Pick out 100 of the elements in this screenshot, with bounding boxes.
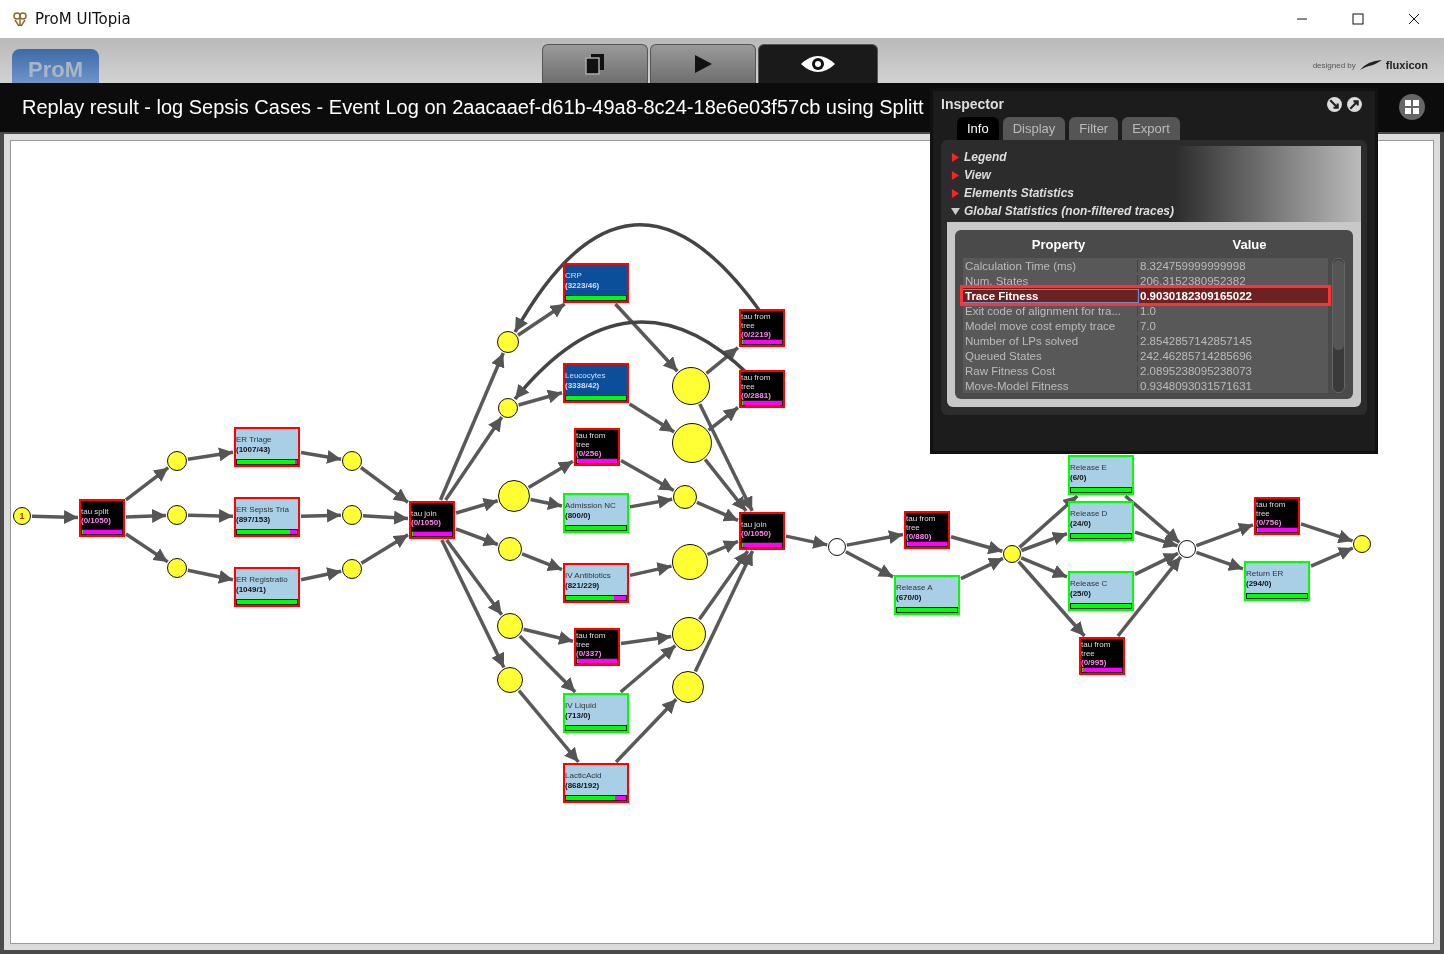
transition-label: CRP <box>565 270 583 281</box>
transition-node[interactable]: Release A (670/0) <box>894 575 960 615</box>
transition-node[interactable]: tau from tree (0/2219) <box>739 309 785 347</box>
transition-count: (3338/42) <box>565 380 601 391</box>
transition-label: tau split <box>81 506 109 516</box>
section-header[interactable]: Global Statistics (non-filtered traces) <box>964 204 1175 218</box>
grid-icon[interactable] <box>1398 93 1426 121</box>
view-title: Replay result - log Sepsis Cases - Event Log on 2aacaaef-d61b-49a8-8c24-18e6e03f57cb using Splitt <box>22 96 924 119</box>
detach-icon[interactable] <box>1346 95 1363 113</box>
place-circle[interactable] <box>672 367 710 405</box>
transition-node[interactable]: tau join (0/1050) <box>739 512 785 550</box>
transition-node[interactable]: LacticAcid (868/192) <box>563 763 629 803</box>
place-circle[interactable] <box>1353 535 1371 553</box>
transition-node[interactable]: tau from tree (0/2881) <box>739 370 785 408</box>
transition-label: ER Triage <box>236 434 273 445</box>
transition-node[interactable]: tau from tree (0/995) <box>1079 637 1125 675</box>
place-circle[interactable] <box>342 505 362 525</box>
view-tab[interactable] <box>542 44 648 83</box>
transition-count: (0/2881) <box>741 391 772 400</box>
transition-count: (868/192) <box>565 780 601 791</box>
section-header[interactable]: View <box>964 168 991 182</box>
close-icon[interactable] <box>1408 13 1420 25</box>
transition-node[interactable]: IV Antibiotics (821/229) <box>563 563 629 603</box>
transition-label: tau from tree <box>576 431 607 449</box>
transition-node[interactable]: tau join (0/1050) <box>409 501 455 539</box>
property-cell: Move-Model Fitness <box>963 379 1138 392</box>
scrollbar[interactable] <box>1332 258 1345 393</box>
transition-label: Release D <box>1070 508 1109 519</box>
place-circle[interactable] <box>497 667 523 693</box>
arc-arrow <box>785 534 828 549</box>
place-circle[interactable] <box>342 451 362 471</box>
transition-label: tau from tree <box>1081 640 1112 658</box>
transition-label: Release A <box>896 582 934 593</box>
transition-label: tau from tree <box>741 312 772 330</box>
section-header[interactable]: Legend <box>964 150 1007 164</box>
maximize-icon[interactable] <box>1352 13 1364 25</box>
transition-node[interactable]: tau from tree (0/756) <box>1254 497 1300 535</box>
place-circle[interactable] <box>167 505 187 525</box>
place-circle[interactable] <box>497 331 519 353</box>
arc-arrow <box>124 466 170 502</box>
place-circle[interactable] <box>1003 545 1021 563</box>
detach-icon[interactable] <box>1326 95 1343 113</box>
transition-count: (0/256) <box>576 449 603 458</box>
transition-node[interactable]: tau split (0/1050) <box>79 499 125 537</box>
transition-label: tau join <box>741 519 767 529</box>
expand-triangle-icon[interactable] <box>951 188 960 198</box>
inspector-tab[interactable]: Info <box>957 117 999 140</box>
place-circle[interactable] <box>672 423 712 463</box>
transition-node[interactable]: Release C (25/0) <box>1068 571 1134 611</box>
inspector-tab[interactable]: Display <box>1002 117 1066 140</box>
transition-node[interactable]: tau from tree (0/880) <box>904 511 950 549</box>
collapse-triangle-icon[interactable] <box>951 206 960 216</box>
transition-node[interactable]: ER Sepsis Tria (897/153) <box>234 497 300 537</box>
transition-node[interactable]: Admission NC (800/0) <box>563 493 629 533</box>
arc-arrow <box>846 530 904 547</box>
transition-node[interactable]: tau from tree (0/337) <box>574 628 620 666</box>
transition-count: (0/1050) <box>81 515 112 525</box>
transition-count: (0/880) <box>906 532 933 541</box>
place-circle[interactable] <box>498 398 518 418</box>
transition-count: (0/1050) <box>741 528 772 538</box>
place-circle[interactable] <box>672 544 708 580</box>
inspector-tab[interactable]: Filter <box>1069 117 1119 140</box>
place-circle[interactable] <box>673 485 697 509</box>
place-circle[interactable] <box>672 617 706 651</box>
property-cell: Model move cost empty trace <box>963 319 1138 332</box>
place-circle[interactable] <box>497 613 523 639</box>
transition-node[interactable]: Release E (6/0) <box>1068 455 1134 495</box>
transition-node[interactable]: Return ER (294/0) <box>1244 561 1310 601</box>
transition-node[interactable]: ER Registratio (1049/1) <box>234 567 300 607</box>
transition-label: tau from tree <box>741 373 772 391</box>
transition-count: (0/1050) <box>411 517 442 527</box>
place-circle[interactable] <box>828 538 846 556</box>
place-circle[interactable] <box>498 480 530 512</box>
place-circle[interactable] <box>498 537 522 561</box>
transition-label: ER Registratio <box>236 574 289 585</box>
initial-place[interactable]: 1 <box>13 507 31 525</box>
arc-arrow <box>1195 550 1244 571</box>
highlighted-row[interactable]: Trace Fitness 0.9030182309165022 <box>963 288 1328 303</box>
arc-arrow <box>629 562 672 578</box>
transition-node[interactable]: ER Triage (1007/43) <box>234 427 300 467</box>
expand-triangle-icon[interactable] <box>951 170 960 180</box>
transition-node[interactable]: Leucocytes (3338/42) <box>563 363 629 403</box>
transition-node[interactable]: Release D (24/0) <box>1068 501 1134 541</box>
place-circle[interactable] <box>167 558 187 578</box>
section-header[interactable]: Elements Statistics <box>964 186 1075 200</box>
transition-count: (1049/1) <box>236 584 267 595</box>
arc-arrow <box>844 550 894 579</box>
view-tab[interactable] <box>650 44 756 83</box>
inspector-tab[interactable]: Export <box>1122 117 1180 140</box>
expand-triangle-icon[interactable] <box>951 152 960 162</box>
view-tab[interactable] <box>758 44 878 83</box>
place-circle[interactable] <box>342 559 362 579</box>
place-circle[interactable] <box>1178 540 1196 558</box>
transition-node[interactable]: IV Liquid (713/0) <box>563 693 629 733</box>
arc-arrow <box>614 698 678 764</box>
arc-arrow <box>521 552 563 572</box>
transition-node[interactable]: CRP (3223/46) <box>563 263 629 303</box>
place-circle[interactable] <box>167 451 187 471</box>
place-circle[interactable] <box>672 671 704 703</box>
transition-node[interactable]: tau from tree (0/256) <box>574 428 620 466</box>
